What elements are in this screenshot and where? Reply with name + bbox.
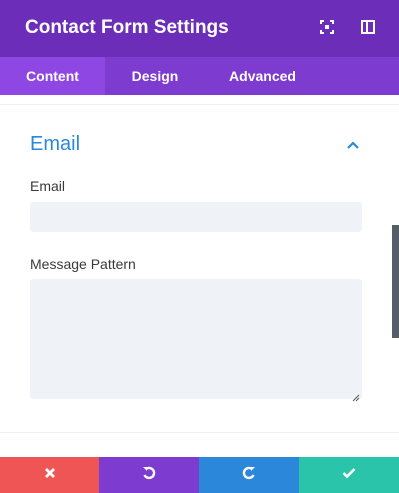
modal-title: Contact Form Settings: [25, 17, 229, 38]
undo-icon: [141, 465, 157, 486]
message-pattern-label: Message Pattern: [30, 256, 136, 272]
message-pattern-field[interactable]: [30, 279, 362, 402]
scrollbar[interactable]: [392, 225, 399, 338]
section-title[interactable]: Email: [30, 133, 80, 156]
cancel-button[interactable]: [0, 457, 99, 493]
action-bar: [0, 457, 399, 493]
tab-content[interactable]: Content: [0, 57, 105, 95]
tab-design[interactable]: Design: [105, 57, 205, 95]
resize-grip-icon[interactable]: [352, 389, 360, 402]
tab-advanced[interactable]: Advanced: [205, 57, 320, 95]
section-divider-bottom: [0, 432, 399, 433]
tab-bar: Content Design Advanced: [0, 57, 399, 95]
settings-header: Contact Form Settings: [0, 0, 399, 57]
email-label: Email: [30, 178, 66, 194]
check-icon: [342, 466, 356, 484]
sidebar-toggle-icon[interactable]: [361, 20, 375, 34]
chevron-up-icon[interactable]: [345, 138, 361, 150]
save-button[interactable]: [299, 457, 399, 493]
undo-button[interactable]: [99, 457, 199, 493]
settings-content: Email Email Message Pattern: [0, 95, 399, 457]
email-field[interactable]: [30, 202, 362, 232]
expand-icon[interactable]: [320, 20, 334, 34]
redo-icon: [241, 465, 257, 486]
section-divider: [0, 104, 399, 105]
redo-button[interactable]: [199, 457, 299, 493]
close-icon: [44, 466, 56, 484]
